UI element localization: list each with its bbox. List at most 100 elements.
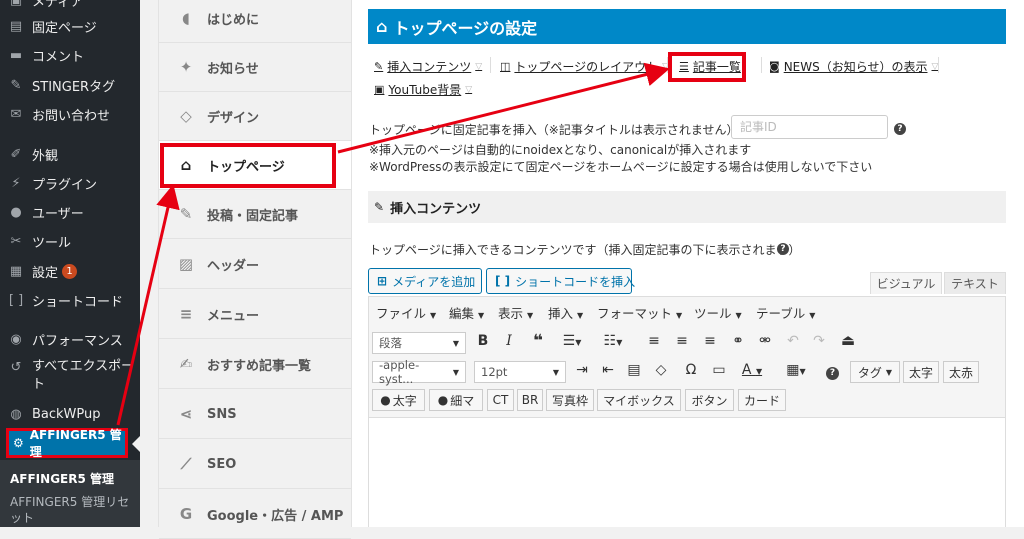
wp-menu-stinger-tag[interactable]: ✎ STINGERタグ	[0, 71, 140, 99]
tab-news[interactable]: ✦ お知らせ	[159, 43, 351, 92]
wp-menu-pages[interactable]: ▤ 固定ページ	[0, 12, 140, 40]
add-media-button[interactable]: ⊞ メディアを追加	[368, 268, 482, 294]
card-button[interactable]: カード	[738, 389, 786, 411]
bracket-icon: [ ]	[495, 274, 511, 288]
marker-bold-button[interactable]: ● 太字	[372, 389, 425, 411]
button-insert-button[interactable]: ボタン	[685, 389, 734, 411]
wp-submenu-affinger5[interactable]: AFFINGER5 管理	[10, 470, 114, 487]
wp-submenu-affinger5-reset[interactable]: AFFINGER5 管理リセット	[10, 494, 132, 526]
table-icon[interactable]: ▦▼	[781, 362, 811, 378]
tab-menu[interactable]: ≡ メニュー	[159, 290, 351, 339]
photo-frame-button[interactable]: 写真枠	[546, 389, 594, 411]
sub-link-insert-content[interactable]: ✎ 挿入コンテンツ ▽	[374, 58, 482, 75]
br-button[interactable]: BR	[517, 389, 543, 411]
align-center-icon[interactable]: ≡	[671, 333, 693, 349]
my-box-button[interactable]: マイボックス	[597, 389, 681, 411]
menu-label: 表示	[498, 306, 524, 321]
wp-menu-users[interactable]: ● ユーザー	[0, 198, 140, 226]
unlink-icon[interactable]: ⚮	[754, 333, 776, 349]
edit-icon: ✎	[374, 200, 385, 214]
undo-icon[interactable]: ↶	[782, 333, 804, 349]
sub-link-news-display[interactable]: ◙ NEWS（お知らせ）の表示 ▽	[769, 58, 938, 75]
help-icon[interactable]: ?	[894, 123, 906, 135]
align-right-icon[interactable]: ≡	[699, 333, 721, 349]
omega-icon[interactable]: Ω	[680, 362, 702, 378]
note-noindex: ※挿入元のページは自動的にnoidexとなり、canonicalが挿入されます	[369, 143, 752, 157]
tab-seo[interactable]: ⟋ SEO	[159, 440, 351, 489]
article-id-input[interactable]	[731, 115, 888, 139]
wp-menu-settings[interactable]: ▦ 設定 1	[0, 257, 140, 285]
tab-visual[interactable]: ビジュアル	[870, 272, 942, 294]
wp-menu-shortcode[interactable]: [ ] ショートコード	[0, 286, 140, 314]
tab-sns[interactable]: ⋖ SNS	[159, 390, 351, 439]
clear-format-icon[interactable]: ◇	[650, 362, 672, 378]
align-left-icon[interactable]: ≡	[643, 333, 665, 349]
bold-icon[interactable]: B	[472, 333, 494, 349]
redo-icon[interactable]: ↷	[808, 333, 830, 349]
tab-label: ビジュアル	[876, 277, 936, 291]
settings-icon: ▦	[9, 263, 23, 279]
font-family-select[interactable]: -apple-syst... ▼	[372, 358, 466, 386]
tab-posts-pages[interactable]: ✎ 投稿・固定記事	[159, 190, 351, 239]
sub-link-top-layout[interactable]: ◫ トップページのレイアウト ▽	[500, 58, 669, 75]
caret-down-icon: ▼	[478, 311, 485, 320]
insert-shortcode-button[interactable]: [ ] ショートコードを挿入	[486, 268, 635, 294]
sub-link-youtube-bg[interactable]: ▣ YouTube背景 ▽	[374, 81, 472, 98]
menu-view[interactable]: 表示 ▼	[498, 303, 533, 322]
menu-file[interactable]: ファイル ▼	[376, 303, 436, 322]
wp-menu-comments[interactable]: ▬ コメント	[0, 41, 140, 69]
paragraph-format-select[interactable]: 段落 ▼	[372, 332, 466, 354]
insert-more-icon[interactable]: ⏏	[837, 331, 859, 349]
button-label: メディアを追加	[392, 274, 476, 289]
wp-menu-label: メディア	[32, 0, 84, 10]
ct-button[interactable]: CT	[487, 389, 514, 411]
active-pointer	[132, 436, 140, 452]
wp-menu-tools[interactable]: ✂ ツール	[0, 227, 140, 255]
bullet-list-icon[interactable]: ☰▼	[557, 333, 587, 349]
marker-thin-button[interactable]: ● 細マ	[429, 389, 483, 411]
wp-menu-backwpup[interactable]: ◍ BackWPup	[0, 400, 140, 428]
blockquote-icon[interactable]: ❝	[527, 331, 549, 351]
wp-menu-label: 設定	[32, 265, 59, 281]
wp-submenu: AFFINGER5 管理 AFFINGER5 管理リセット	[0, 460, 140, 527]
wp-menu-affinger5-active[interactable]: ⚙ AFFINGER5 管理	[6, 428, 128, 459]
font-size-select[interactable]: 12pt ▼	[474, 361, 566, 383]
menu-edit[interactable]: 編集 ▼	[449, 303, 484, 322]
tab-header[interactable]: ▨ ヘッダー	[159, 240, 351, 289]
indent-icon[interactable]: ⇥	[571, 362, 593, 378]
button-label: 太字	[392, 393, 417, 408]
tab-introduction[interactable]: ◖ はじめに	[159, 0, 351, 43]
menu-insert[interactable]: 挿入 ▼	[548, 303, 583, 322]
italic-icon[interactable]: I	[498, 333, 520, 349]
wp-menu-plugins[interactable]: ⚡ プラグイン	[0, 169, 140, 197]
tab-recommended[interactable]: ✍ おすすめ記事一覧	[159, 340, 351, 389]
help-icon[interactable]: ?	[826, 367, 839, 380]
wp-menu-performance[interactable]: ◉ パフォーマンス	[0, 325, 140, 353]
horizontal-rule-icon[interactable]: ▭	[708, 362, 730, 378]
numbered-list-icon[interactable]: ☷▼	[598, 333, 628, 349]
section-insert-content-header: ✎ 挿入コンテンツ	[368, 191, 1006, 223]
text-color-icon[interactable]: A ▼	[735, 362, 769, 378]
wp-menu-contact[interactable]: ✉ お問い合わせ	[0, 100, 140, 128]
section-title: 挿入コンテンツ	[390, 201, 482, 217]
tag-select[interactable]: タグ ▼	[850, 361, 900, 383]
help-icon[interactable]: ?	[777, 243, 789, 255]
tab-text[interactable]: テキスト	[944, 272, 1006, 294]
caret-down-icon: ▼	[676, 311, 683, 320]
wp-menu-appearance[interactable]: ✐ 外観	[0, 140, 140, 168]
wp-menu-label: BackWPup	[32, 406, 101, 422]
wp-menu-export-all[interactable]: ↺ すべてエクスポート	[0, 358, 140, 400]
red-bold-button[interactable]: 太赤	[943, 361, 979, 383]
chevron-down-icon: ▽	[465, 84, 473, 95]
menu-table[interactable]: テーブル ▼	[756, 303, 815, 322]
tab-google-ads-amp[interactable]: G Google・広告 / AMP	[159, 490, 351, 539]
compose-icon: ✍	[179, 355, 193, 373]
tab-label: お知らせ	[207, 61, 259, 77]
menu-format[interactable]: フォーマット ▼	[597, 303, 682, 322]
paste-text-icon[interactable]: ▤	[623, 362, 645, 378]
bold-style-button[interactable]: 太字	[903, 361, 939, 383]
tab-design[interactable]: ◇ デザイン	[159, 92, 351, 141]
menu-tools[interactable]: ツール ▼	[694, 303, 742, 322]
link-icon[interactable]: ⚭	[727, 333, 749, 349]
outdent-icon[interactable]: ⇤	[597, 362, 619, 378]
